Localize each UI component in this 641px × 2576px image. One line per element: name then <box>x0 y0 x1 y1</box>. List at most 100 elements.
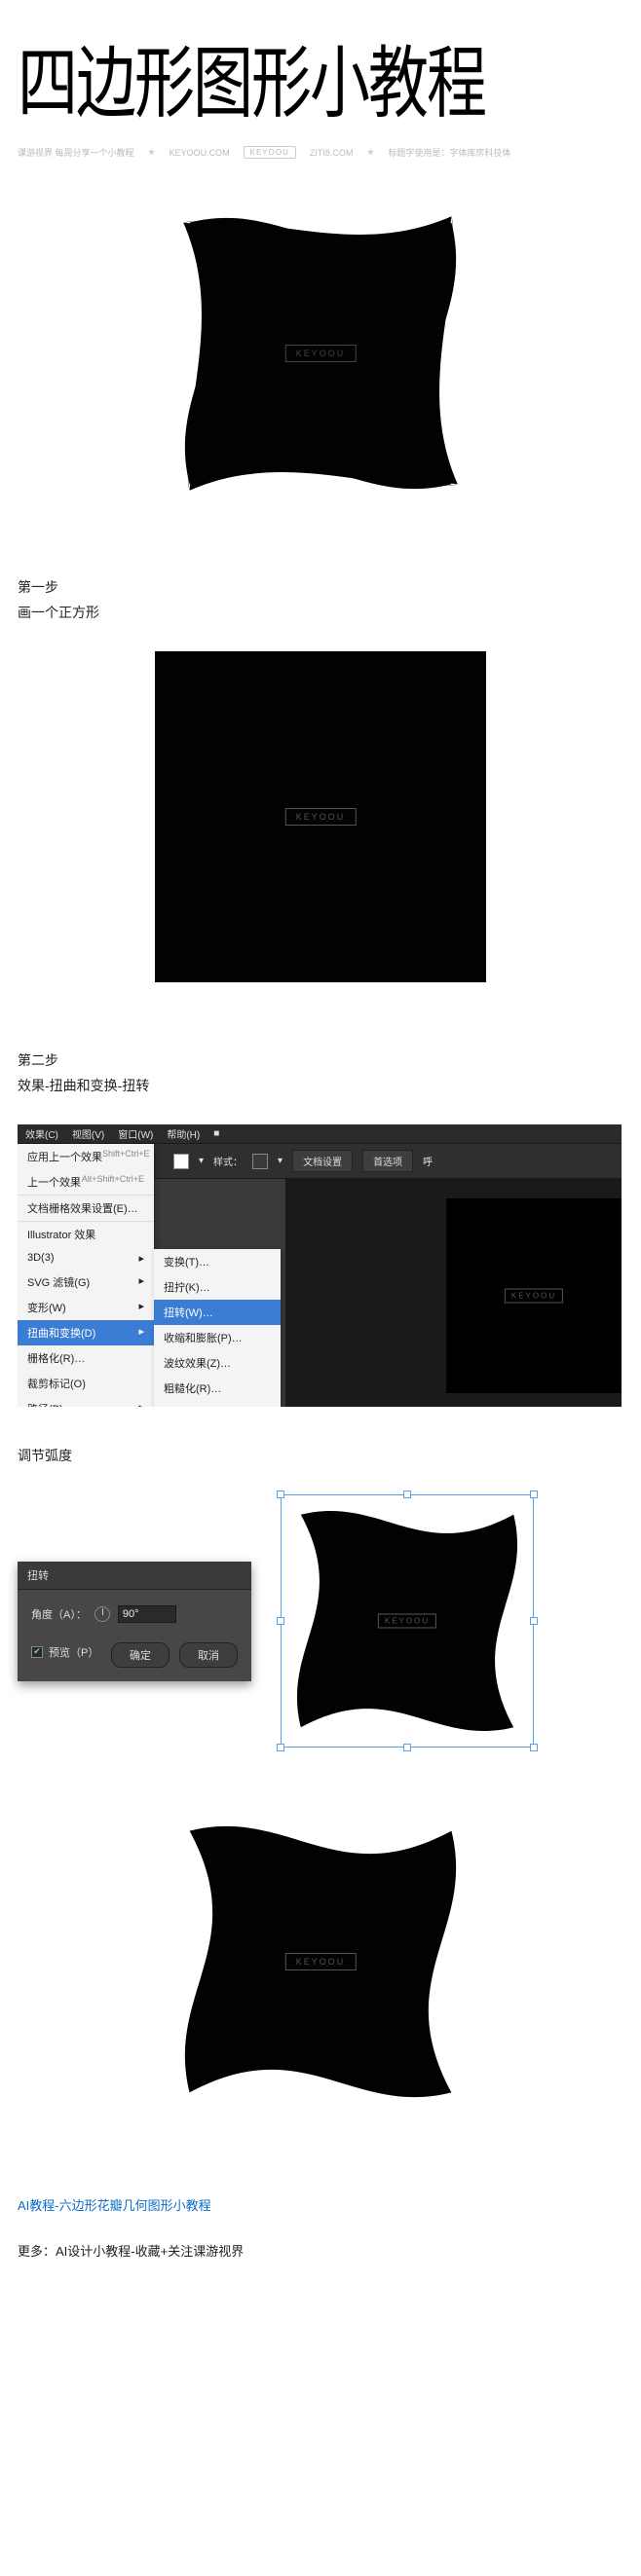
ok-button[interactable]: 确定 <box>111 1642 170 1668</box>
submenu-item[interactable]: 自由扭曲(F)… <box>154 1401 281 1407</box>
tagline-left: 课游视界 每周分享一个小教程 <box>18 146 134 159</box>
tagline-row: 课游视界 每周分享一个小教程 ★ KEYOOU.COM KEYOOU ZITI8… <box>18 146 623 159</box>
illustrator-menu-screenshot: 效果(C) 视图(V) 窗口(W) 帮助(H) ■ ▾ 样式： ▾ 文档设置 首… <box>18 1124 622 1407</box>
preview-twisted-shape: KEYOOU <box>281 1494 534 1748</box>
related-tutorial-link[interactable]: AI教程-六边形花瓣几何图形小教程 <box>18 2195 623 2214</box>
menu-item[interactable]: 路径(P) ▸ <box>18 1396 154 1407</box>
prefs-button[interactable]: 首选项 <box>362 1150 413 1172</box>
menubar-item[interactable]: ■ <box>213 1128 219 1139</box>
selection-handle[interactable] <box>403 1744 411 1751</box>
angle-label: 角度（A）： <box>31 1606 87 1622</box>
cancel-button[interactable]: 取消 <box>179 1642 238 1668</box>
step-1-text: 画一个正方形 <box>18 603 623 622</box>
canvas-area: KEYOOU <box>285 1179 622 1407</box>
menu-item[interactable]: 扭曲和变换(D) ▸ <box>18 1320 154 1345</box>
menu-item[interactable]: 变形(W) ▸ <box>18 1295 154 1320</box>
menubar-item[interactable]: 帮助(H) <box>167 1126 200 1141</box>
square-wrap: KEYOOU <box>18 651 623 982</box>
hero-shape-wrap: KEYOOU <box>18 198 623 509</box>
final-shape-wrap: KEYOOU <box>18 1806 623 2117</box>
selection-handle[interactable] <box>277 1617 284 1625</box>
submenu-item[interactable]: 收缩和膨胀(P)… <box>154 1325 281 1350</box>
angle-picker-icon[interactable] <box>94 1606 110 1622</box>
menu-item-label: 变形(W) <box>27 1300 66 1315</box>
fill-swatch[interactable] <box>173 1154 189 1169</box>
app-menubar: 效果(C) 视图(V) 窗口(W) 帮助(H) ■ <box>18 1124 622 1144</box>
chevron-right-icon: ▸ <box>138 1401 144 1407</box>
watermark-badge: KEYOOU <box>285 808 357 826</box>
menu-item[interactable]: 上一个效果Alt+Shift+Ctrl+E <box>18 1169 154 1195</box>
submenu-item[interactable]: 波纹效果(Z)… <box>154 1350 281 1376</box>
doc-settings-button[interactable]: 文档设置 <box>292 1150 353 1172</box>
chevron-right-icon: ▸ <box>138 1300 144 1315</box>
preview-checkbox[interactable]: ✔ <box>31 1646 43 1658</box>
menubar-item[interactable]: 视图(V) <box>72 1126 104 1141</box>
adjust-label: 调节弧度 <box>18 1446 623 1465</box>
final-twisted-shape: KEYOOU <box>165 1806 476 2117</box>
tagline-right: 标题字使用是：字体库房科技体 <box>388 146 510 159</box>
menu-item-label: 应用上一个效果 <box>27 1149 102 1164</box>
menu-item-label: 文档栅格效果设置(E)… <box>27 1200 138 1216</box>
menu-item[interactable]: SVG 滤镜(G)▸ <box>18 1270 154 1295</box>
dot-icon: ★ <box>366 147 374 158</box>
menu-item[interactable]: 栅格化(R)… <box>18 1345 154 1371</box>
selection-bbox[interactable] <box>281 1494 534 1748</box>
menu-item-label: SVG 滤镜(G) <box>27 1274 90 1290</box>
canvas-black-square: KEYOOU <box>446 1198 622 1393</box>
chevron-right-icon: ▸ <box>138 1325 144 1341</box>
menu-item-label: 裁剪标记(O) <box>27 1376 86 1391</box>
watermark-badge: KEYOOU <box>505 1289 563 1304</box>
submenu-item[interactable]: 扭转(W)… <box>154 1300 281 1325</box>
step-2-label: 第二步 <box>18 1050 623 1070</box>
selection-handle[interactable] <box>403 1490 411 1498</box>
effects-menu: 应用上一个效果Shift+Ctrl+E上一个效果Alt+Shift+Ctrl+E… <box>18 1144 154 1407</box>
dot-icon: ★ <box>148 147 156 158</box>
dialog-title: 扭转 <box>18 1562 251 1590</box>
menu-item[interactable]: 3D(3) ▸ <box>18 1247 154 1270</box>
distort-transform-submenu: 变换(T)…扭拧(K)…扭转(W)…收缩和膨胀(P)…波纹效果(Z)…粗糙化(R… <box>154 1249 281 1407</box>
hero-twisted-shape: KEYOOU <box>165 198 476 509</box>
menu-item-label: 扭曲和变换(D) <box>27 1325 95 1341</box>
step-2-text: 效果-扭曲和变换-扭转 <box>18 1076 623 1095</box>
menubar-item[interactable]: 效果(C) <box>25 1126 58 1141</box>
tagline-site1: KEYOOU.COM <box>170 148 230 158</box>
style-swatch[interactable] <box>252 1154 268 1169</box>
page-title: 四边形图形小教程 <box>18 19 623 133</box>
submenu-item[interactable]: 粗糙化(R)… <box>154 1376 281 1401</box>
style-arrow-icon[interactable]: ▾ <box>278 1156 283 1166</box>
selection-handle[interactable] <box>530 1744 538 1751</box>
menu-item-shortcut: Alt+Shift+Ctrl+E <box>82 1174 144 1190</box>
square-shape: KEYOOU <box>155 651 486 982</box>
brand-chip: KEYOOU <box>244 146 296 159</box>
footer-text: 更多：AI设计小教程-收藏+关注课游视界 <box>18 2241 623 2260</box>
step-1-block: 第一步 画一个正方形 <box>18 577 623 622</box>
preview-label: 预览（P） <box>49 1644 98 1660</box>
adjust-block: 调节弧度 <box>18 1446 623 1465</box>
menu-item-label: 栅格化(R)… <box>27 1350 85 1366</box>
submenu-item[interactable]: 变换(T)… <box>154 1249 281 1274</box>
twist-dialog: 扭转 角度（A）： ✔ 预览（P） 确定 取消 <box>18 1562 251 1681</box>
selection-handle[interactable] <box>277 1490 284 1498</box>
submenu-item[interactable]: 扭拧(K)… <box>154 1274 281 1300</box>
dialog-preview-row: 扭转 角度（A）： ✔ 预览（P） 确定 取消 <box>18 1494 623 1748</box>
angle-input[interactable] <box>118 1605 176 1623</box>
menubar-item[interactable]: 窗口(W) <box>118 1126 153 1141</box>
selection-handle[interactable] <box>530 1490 538 1498</box>
menu-item-shortcut: Shift+Ctrl+E <box>102 1149 150 1164</box>
step-2-block: 第二步 效果-扭曲和变换-扭转 <box>18 1050 623 1095</box>
stroke-arrow-icon[interactable]: ▾ <box>199 1156 204 1166</box>
toolbar-more[interactable]: 呼 <box>423 1154 433 1168</box>
tagline-site2: ZITI8.COM <box>310 148 354 158</box>
chevron-right-icon: ▸ <box>138 1252 144 1265</box>
menu-item-label: 路径(P) <box>27 1401 63 1407</box>
menu-item[interactable]: 文档栅格效果设置(E)… <box>18 1195 154 1221</box>
menu-item[interactable]: 应用上一个效果Shift+Ctrl+E <box>18 1144 154 1169</box>
selection-handle[interactable] <box>530 1617 538 1625</box>
menu-item-label: Illustrator 效果 <box>27 1227 95 1242</box>
menu-item[interactable]: 裁剪标记(O) <box>18 1371 154 1396</box>
style-label: 样式： <box>213 1154 243 1168</box>
menu-item-label: 3D(3) <box>27 1252 55 1265</box>
menu-item-label: 上一个效果 <box>27 1174 81 1190</box>
menu-item[interactable]: Illustrator 效果 <box>18 1221 154 1247</box>
selection-handle[interactable] <box>277 1744 284 1751</box>
